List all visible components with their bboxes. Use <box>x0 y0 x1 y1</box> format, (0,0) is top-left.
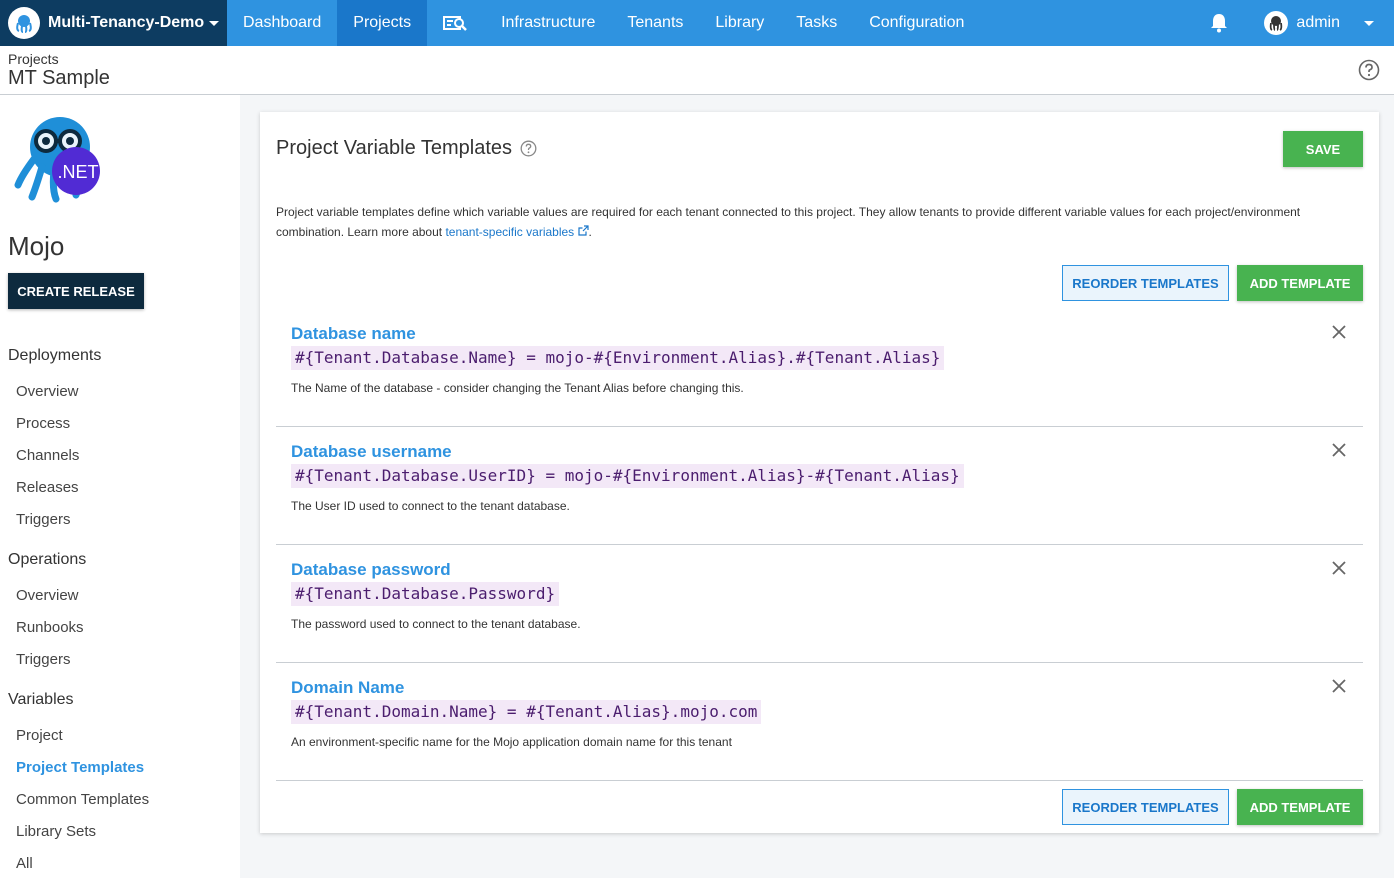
bell-icon[interactable] <box>1210 13 1228 33</box>
sidebar-item-common-templates[interactable]: Common Templates <box>16 791 149 808</box>
sidebar-group-variables: Variables <box>8 691 74 708</box>
template-description: The User ID used to connect to the tenan… <box>291 499 570 513</box>
project-logo: .NET <box>14 115 104 205</box>
intro-text: Project variable templates define which … <box>276 202 1356 242</box>
nav-dashboard[interactable]: Dashboard <box>227 0 337 46</box>
sidebar-item-library-sets[interactable]: Library Sets <box>16 823 96 840</box>
template-expression: #{Tenant.Database.Name} = mojo-#{Environ… <box>291 346 945 370</box>
sidebar-item-deployments-overview[interactable]: Overview <box>16 383 79 400</box>
template-item[interactable]: Database password #{Tenant.Database.Pass… <box>276 545 1363 663</box>
sidebar-group-operations: Operations <box>8 551 87 568</box>
chevron-down-icon <box>209 20 219 26</box>
template-item[interactable]: Database username #{Tenant.Database.User… <box>276 427 1363 545</box>
reorder-templates-button[interactable]: REORDER TEMPLATES <box>1062 265 1229 301</box>
add-template-button[interactable]: ADD TEMPLATE <box>1237 265 1363 301</box>
sidebar-item-releases[interactable]: Releases <box>16 479 79 496</box>
close-icon[interactable] <box>1331 442 1347 458</box>
intro-body: Project variable templates define which … <box>276 205 1301 239</box>
user-name[interactable]: admin <box>1296 14 1340 32</box>
space-name: Multi-Tenancy-Demo <box>48 14 205 31</box>
template-item[interactable]: Domain Name #{Tenant.Domain.Name} = #{Te… <box>276 663 1363 781</box>
help-icon[interactable] <box>520 140 537 157</box>
sidebar-item-operation-triggers[interactable]: Triggers <box>16 651 70 668</box>
sidebar-item-operations-overview[interactable]: Overview <box>16 587 79 604</box>
user-area: admin <box>1210 0 1394 46</box>
nav-search[interactable] <box>427 0 485 46</box>
sidebar-item-project-variables[interactable]: Project <box>16 727 63 744</box>
template-expression: #{Tenant.Database.Password} <box>291 582 560 606</box>
close-icon[interactable] <box>1331 678 1347 694</box>
template-expression: #{Tenant.Domain.Name} = #{Tenant.Alias}.… <box>291 700 762 724</box>
create-release-button[interactable]: CREATE RELEASE <box>8 273 144 309</box>
template-expression: #{Tenant.Database.UserID} = mojo-#{Envir… <box>291 464 964 488</box>
nav-library[interactable]: Library <box>699 0 780 46</box>
card-title-text: Project Variable Templates <box>276 137 513 159</box>
search-icon <box>443 13 469 33</box>
project-name: Mojo <box>8 231 65 261</box>
breadcrumb[interactable]: Projects <box>8 51 59 67</box>
close-icon[interactable] <box>1331 560 1347 576</box>
sidebar-item-channels[interactable]: Channels <box>16 447 79 464</box>
chevron-down-icon[interactable] <box>1364 20 1374 26</box>
template-name[interactable]: Database username <box>291 442 452 462</box>
template-name[interactable]: Database name <box>291 324 416 344</box>
tenant-specific-variables-link[interactable]: tenant-specific variables <box>445 225 589 239</box>
project-sidebar: .NET Mojo CREATE RELEASE Deployments Ove… <box>0 95 240 878</box>
intro-link-text: tenant-specific variables <box>445 225 575 239</box>
sidebar-item-runbooks[interactable]: Runbooks <box>16 619 84 636</box>
template-name[interactable]: Domain Name <box>291 678 404 698</box>
intro-end: . <box>588 225 592 239</box>
sidebar-item-process[interactable]: Process <box>16 415 70 432</box>
add-template-button-bottom[interactable]: ADD TEMPLATE <box>1237 789 1363 825</box>
nav-tenants[interactable]: Tenants <box>611 0 699 46</box>
user-avatar-icon[interactable] <box>1264 11 1289 35</box>
template-item[interactable]: Database name #{Tenant.Database.Name} = … <box>276 309 1363 427</box>
template-description: The password used to connect to the tena… <box>291 617 581 631</box>
sidebar-item-project-templates[interactable]: Project Templates <box>16 759 144 776</box>
template-description: An environment-specific name for the Moj… <box>291 735 732 749</box>
nav-configuration[interactable]: Configuration <box>853 0 980 46</box>
template-description: The Name of the database - consider chan… <box>291 381 744 395</box>
save-button[interactable]: SAVE <box>1283 131 1363 167</box>
close-icon[interactable] <box>1331 324 1347 340</box>
card-title: Project Variable Templates <box>276 137 537 160</box>
nav-projects[interactable]: Projects <box>337 0 428 46</box>
dotnet-logo-text: .NET <box>57 162 99 182</box>
sidebar-item-deployment-triggers[interactable]: Triggers <box>16 511 70 528</box>
page-header: Projects MT Sample <box>0 46 1394 95</box>
sidebar-group-deployments: Deployments <box>8 347 102 364</box>
octopus-logo-icon <box>8 7 40 39</box>
external-link-icon <box>577 225 589 239</box>
sidebar-item-all-variables[interactable]: All <box>16 855 33 872</box>
template-name[interactable]: Database password <box>291 560 451 580</box>
page-title: MT Sample <box>8 67 110 89</box>
nav-tasks[interactable]: Tasks <box>780 0 853 46</box>
space-switcher[interactable]: Multi-Tenancy-Demo <box>0 0 227 46</box>
help-icon[interactable] <box>1358 59 1380 86</box>
nav-infrastructure[interactable]: Infrastructure <box>485 0 611 46</box>
top-navigation: Multi-Tenancy-Demo Dashboard Projects In… <box>0 0 1394 46</box>
reorder-templates-button-bottom[interactable]: REORDER TEMPLATES <box>1062 789 1229 825</box>
project-variable-templates-card: Project Variable Templates SAVE Project … <box>260 112 1379 833</box>
